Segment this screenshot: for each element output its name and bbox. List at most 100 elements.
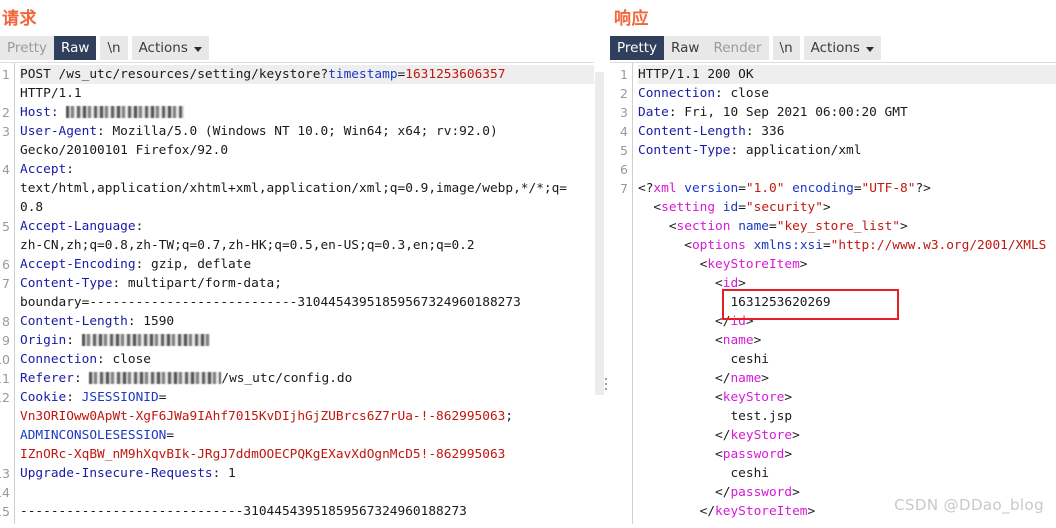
- request-tab-raw[interactable]: Raw: [54, 36, 97, 60]
- response-line-number: [610, 483, 628, 502]
- response-code-token: Content-Type: [638, 143, 731, 158]
- request-code-line: Accept-Language:: [20, 217, 594, 236]
- response-code-token: "UTF-8": [861, 181, 916, 196]
- response-code-token: >: [807, 504, 816, 519]
- divider-track[interactable]: [594, 0, 610, 528]
- response-code-line: <name>: [638, 331, 1056, 350]
- response-code-token: ceshi: [638, 466, 769, 481]
- request-line-number: [0, 407, 10, 426]
- divider-drag-handle-icon[interactable]: [605, 378, 607, 390]
- response-tab-actions[interactable]: Actions: [803, 36, 881, 60]
- request-code-token: Referer: [20, 371, 74, 386]
- request-code-token: HTTP/1.1: [20, 86, 82, 101]
- response-tab-label: Actions: [810, 40, 860, 56]
- request-code-line: [20, 483, 594, 502]
- response-code-token: keyStoreItem: [715, 504, 808, 519]
- chevron-down-icon: [865, 46, 874, 52]
- response-code-line: ceshi: [638, 464, 1056, 483]
- request-code-line: boundary=---------------------------3104…: [20, 293, 594, 312]
- request-line-number: [0, 293, 10, 312]
- divider-scrollbar[interactable]: [595, 72, 604, 395]
- response-line-number: [610, 464, 628, 483]
- request-code-token: : multipart/form-data;: [112, 276, 282, 291]
- request-code-token: :: [66, 162, 74, 177]
- panel-divider[interactable]: [594, 0, 610, 528]
- response-code-token: "1.0": [745, 181, 785, 196]
- request-code-token: Upgrade-Insecure-Requests: [20, 466, 213, 481]
- response-tab-n[interactable]: \n: [772, 36, 800, 60]
- request-code-line: text/html,application/xhtml+xml,applicat…: [20, 179, 594, 198]
- response-code-token: test.jsp: [638, 409, 793, 424]
- response-tab-pretty[interactable]: Pretty: [610, 36, 665, 60]
- request-line-number: [0, 236, 10, 255]
- response-code-line: Content-Type: application/xml: [638, 141, 1056, 160]
- response-code-token: <: [638, 276, 723, 291]
- response-code-token: Connection: [638, 86, 716, 101]
- response-code-token: name: [722, 333, 754, 348]
- request-code-token: /ws_utc/config.do: [221, 371, 353, 386]
- response-code-token: id: [722, 276, 739, 291]
- request-tab-actions[interactable]: Actions: [131, 36, 209, 60]
- request-code-token: Content-Type: [20, 276, 113, 291]
- request-code-line: Accept-Encoding: gzip, deflate: [20, 255, 594, 274]
- request-tab-label: \n: [107, 40, 121, 56]
- request-code-token: : gzip, deflate: [135, 257, 252, 272]
- response-line-number: [610, 198, 628, 217]
- request-code-line: Gecko/20100101 Firefox/92.0: [20, 141, 594, 160]
- request-code-token: :: [66, 390, 82, 405]
- response-code[interactable]: HTTP/1.1 200 OK Connection: close Date: Fr…: [632, 63, 1056, 524]
- response-code-line: ceshi: [638, 350, 1056, 369]
- response-line-number: 2: [620, 86, 628, 101]
- response-code-line: <password>: [638, 445, 1056, 464]
- response-code-token: name: [738, 219, 770, 234]
- request-tab-n[interactable]: \n: [100, 36, 128, 60]
- request-line-number: 13: [0, 466, 10, 481]
- response-line-number: [610, 312, 628, 331]
- request-tab-pretty: Pretty: [0, 36, 55, 60]
- request-code[interactable]: POST /ws_utc/resources/setting/keystore?…: [14, 63, 594, 524]
- response-code-token: keyStore: [730, 428, 793, 443]
- response-code-token: "key_store_list": [776, 219, 901, 234]
- request-redacted-value: [81, 334, 210, 346]
- request-code-area[interactable]: 1 2 3 4 5 6 7 8 9 10 11 12 13 14 15 POST /ws_utc…: [0, 62, 594, 524]
- request-line-number: [0, 179, 10, 198]
- request-code-token: text/html,application/xhtml+xml,applicat…: [20, 181, 568, 196]
- request-line-number: 4: [2, 162, 10, 177]
- response-line-number: [610, 426, 628, 445]
- request-line-number: [0, 141, 10, 160]
- response-line-number: 1: [620, 67, 628, 82]
- response-code-area[interactable]: 1 2 3 4 5 6 7 HTTP/1.1 200 OK Connection: close…: [610, 62, 1056, 524]
- request-code-token: ;: [505, 409, 514, 424]
- response-code-token: encoding: [792, 181, 854, 196]
- response-code-token: <: [638, 333, 723, 348]
- response-code-token: Content-Length: [638, 124, 746, 139]
- request-code-token: :: [66, 333, 82, 348]
- response-code-token: </: [638, 485, 731, 500]
- response-code-line: 1631253620269: [638, 293, 1056, 312]
- response-code-line: test.jsp: [638, 407, 1056, 426]
- response-line-number: 5: [620, 143, 628, 158]
- response-tab-label: Raw: [671, 40, 700, 56]
- request-line-number: 7: [2, 276, 10, 291]
- response-tab-raw[interactable]: Raw: [664, 36, 707, 60]
- response-code-line: Connection: close: [638, 84, 1056, 103]
- response-code-token: <: [638, 390, 723, 405]
- request-code-token: :: [135, 219, 144, 234]
- request-code-token: Vn3ORIOww0ApWt-XgF6JWa9IAhf7015KvDIjhGjZ…: [20, 409, 506, 424]
- request-code-token: POST /ws_utc/resources/setting/keystore?: [20, 67, 329, 82]
- response-code-token: >: [738, 276, 746, 291]
- request-code-line: Content-Type: multipart/form-data;: [20, 274, 594, 293]
- response-code-token: "security": [745, 200, 823, 215]
- request-tab-label: Raw: [61, 40, 90, 56]
- response-code-token: ?>: [915, 181, 931, 196]
- response-code-token: xmlns:xsi: [753, 238, 823, 253]
- response-code-token: : Fri, 10 Sep 2021 06:00:20 GMT: [668, 105, 908, 120]
- request-line-numbers: 1 2 3 4 5 6 7 8 9 10 11 12 13 14 15: [0, 63, 14, 524]
- response-code-token: version: [684, 181, 739, 196]
- response-code-token: : application/xml: [730, 143, 862, 158]
- request-code-token: zh-CN,zh;q=0.8,zh-TW;q=0.7,zh-HK;q=0.5,e…: [20, 238, 475, 253]
- response-tabbar: Pretty Raw Render \n Actions: [610, 36, 1056, 62]
- request-line-number: 3: [2, 124, 10, 139]
- response-line-numbers: 1 2 3 4 5 6 7: [610, 63, 632, 524]
- request-panel: 请求 Pretty Raw \n Actions 1 2 3 4 5 6 7 8 9 10 11…: [0, 0, 594, 528]
